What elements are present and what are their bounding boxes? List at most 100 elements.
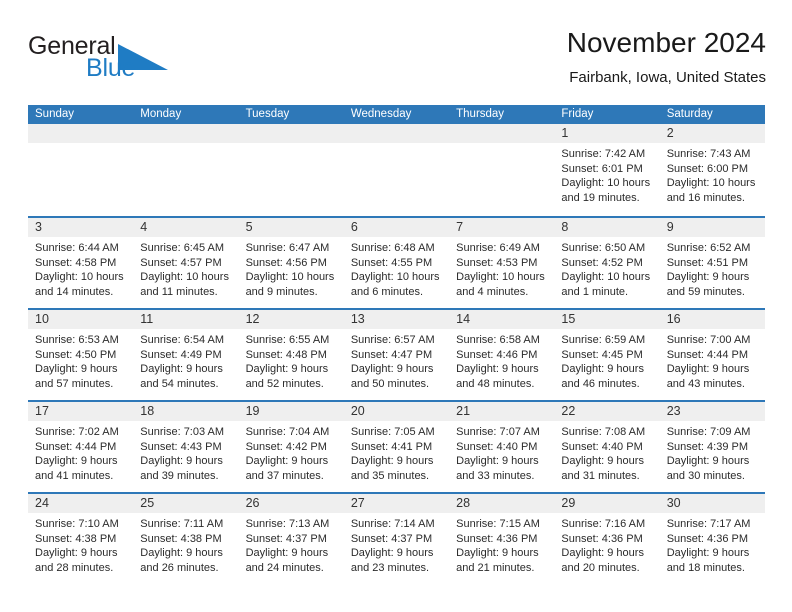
day-cell[interactable]: 27 Sunrise: 7:14 AM Sunset: 4:37 PM Dayligh… <box>343 494 450 584</box>
sunset-text: Sunset: 4:37 PM <box>245 532 327 545</box>
sunrise-text: Sunrise: 7:10 AM <box>35 518 119 530</box>
day-cell[interactable]: 24 Sunrise: 7:10 AM Sunset: 4:38 PM Dayligh… <box>28 494 134 584</box>
sunrise-text: Sunrise: 6:59 AM <box>561 334 646 346</box>
day-number-band <box>449 124 555 143</box>
day-cell[interactable]: 14 Sunrise: 6:58 AM Sunset: 4:46 PM Dayligh… <box>449 310 555 400</box>
daylight-text-line2: and 39 minutes. <box>140 469 219 482</box>
day-cell[interactable]: 13 Sunrise: 6:57 AM Sunset: 4:47 PM Dayligh… <box>343 310 450 400</box>
day-number: 20 <box>350 404 365 418</box>
day-cell[interactable]: 4 Sunrise: 6:45 AM Sunset: 4:57 PM Daylight… <box>133 218 239 308</box>
sunset-text: Sunset: 4:58 PM <box>35 256 117 269</box>
day-number: 26 <box>245 496 260 510</box>
day-number-band: 21 <box>449 402 555 421</box>
daylight-text-line1: Daylight: 9 hours <box>350 547 434 559</box>
daylight-text-line2: and 43 minutes. <box>666 377 745 390</box>
day-cell[interactable]: 8 Sunrise: 6:50 AM Sunset: 4:52 PM Daylight… <box>554 218 660 308</box>
daylight-text-line1: Daylight: 9 hours <box>245 363 329 375</box>
daylight-text-line1: Daylight: 9 hours <box>666 271 750 283</box>
day-cell-empty <box>28 124 134 216</box>
daylight-text-line2: and 33 minutes. <box>456 469 535 482</box>
day-cell[interactable]: 16 Sunrise: 7:00 AM Sunset: 4:44 PM Dayligh… <box>659 310 765 400</box>
sunrise-text: Sunrise: 7:15 AM <box>456 518 540 530</box>
sunrise-text: Sunrise: 6:47 AM <box>245 242 330 254</box>
daylight-text-line2: and 6 minutes. <box>350 285 423 298</box>
day-cell[interactable]: 17 Sunrise: 7:02 AM Sunset: 4:44 PM Dayligh… <box>28 402 134 492</box>
sunset-text: Sunset: 4:38 PM <box>140 532 222 545</box>
day-number: 17 <box>35 404 49 418</box>
daylight-text-line2: and 18 minutes. <box>666 561 745 574</box>
day-cell[interactable]: 3 Sunrise: 6:44 AM Sunset: 4:58 PM Daylight… <box>28 218 134 308</box>
sunrise-text: Sunrise: 7:05 AM <box>350 426 435 438</box>
day-cell[interactable]: 15 Sunrise: 6:59 AM Sunset: 4:45 PM Dayligh… <box>554 310 660 400</box>
page-subtitle: Fairbank, Iowa, United States <box>569 69 766 86</box>
daylight-text-line1: Daylight: 9 hours <box>561 455 644 467</box>
day-cell[interactable]: 11 Sunrise: 6:54 AM Sunset: 4:49 PM Dayligh… <box>133 310 239 400</box>
daylight-text-line2: and 41 minutes. <box>35 469 114 482</box>
sunset-text: Sunset: 4:36 PM <box>456 532 538 545</box>
day-number-band: 29 <box>554 494 660 513</box>
page-title: November 2024 <box>566 27 766 58</box>
day-cell[interactable]: 5 Sunrise: 6:47 AM Sunset: 4:56 PM Daylight… <box>238 218 344 308</box>
day-cell[interactable]: 30 Sunrise: 7:17 AM Sunset: 4:36 PM Dayligh… <box>659 494 765 584</box>
calendar-grid: Sunday Monday Tuesday Wednesday Thursday… <box>28 105 765 584</box>
day-cell[interactable]: 23 Sunrise: 7:09 AM Sunset: 4:39 PM Dayligh… <box>659 402 765 492</box>
day-sun-info: Sunrise: 7:42 AM Sunset: 6:01 PM Daylight:… <box>554 143 659 205</box>
daylight-text-line1: Daylight: 9 hours <box>666 363 750 375</box>
weekday-wednesday: Wednesday <box>350 108 412 120</box>
day-sun-info: Sunrise: 7:10 AM Sunset: 4:38 PM Daylight:… <box>28 513 133 575</box>
day-cell[interactable]: 18 Sunrise: 7:03 AM Sunset: 4:43 PM Dayligh… <box>133 402 239 492</box>
day-number-band: 27 <box>343 494 450 513</box>
sunrise-text: Sunrise: 7:13 AM <box>245 518 330 530</box>
day-number-band <box>133 124 239 143</box>
day-cell[interactable]: 12 Sunrise: 6:55 AM Sunset: 4:48 PM Dayligh… <box>238 310 344 400</box>
sunset-text: Sunset: 4:46 PM <box>456 348 538 361</box>
daylight-text-line2: and 16 minutes. <box>666 191 745 204</box>
day-number-band: 4 <box>133 218 239 237</box>
day-number-band: 25 <box>133 494 239 513</box>
daylight-text-line1: Daylight: 10 hours <box>666 177 756 189</box>
day-cell[interactable]: 28 Sunrise: 7:15 AM Sunset: 4:36 PM Dayligh… <box>449 494 555 584</box>
day-sun-info: Sunrise: 6:53 AM Sunset: 4:50 PM Daylight:… <box>28 329 133 391</box>
sunset-text: Sunset: 4:38 PM <box>35 532 117 545</box>
day-sun-info: Sunrise: 7:15 AM Sunset: 4:36 PM Daylight:… <box>449 513 554 575</box>
sunrise-text: Sunrise: 7:42 AM <box>561 148 646 160</box>
daylight-text-line2: and 21 minutes. <box>456 561 535 574</box>
day-number: 6 <box>350 220 358 234</box>
day-cell[interactable]: 26 Sunrise: 7:13 AM Sunset: 4:37 PM Dayligh… <box>238 494 344 584</box>
sunrise-text: Sunrise: 7:00 AM <box>666 334 751 346</box>
sunrise-text: Sunrise: 6:55 AM <box>245 334 330 346</box>
day-number: 29 <box>561 496 576 510</box>
day-cell[interactable]: 22 Sunrise: 7:08 AM Sunset: 4:40 PM Dayligh… <box>554 402 660 492</box>
daylight-text-line1: Daylight: 10 hours <box>35 271 124 283</box>
day-cell[interactable]: 10 Sunrise: 6:53 AM Sunset: 4:50 PM Dayligh… <box>28 310 134 400</box>
day-cell[interactable]: 7 Sunrise: 6:49 AM Sunset: 4:53 PM Daylight… <box>449 218 555 308</box>
sunrise-text: Sunrise: 7:14 AM <box>350 518 435 530</box>
day-sun-info: Sunrise: 6:54 AM Sunset: 4:49 PM Daylight:… <box>133 329 238 391</box>
day-cell[interactable]: 6 Sunrise: 6:48 AM Sunset: 4:55 PM Daylight… <box>343 218 450 308</box>
day-cell[interactable]: 2 Sunrise: 7:43 AM Sunset: 6:00 PM Daylight… <box>659 124 765 216</box>
day-number: 18 <box>140 404 155 418</box>
day-sun-info: Sunrise: 7:07 AM Sunset: 4:40 PM Daylight:… <box>449 421 554 483</box>
day-sun-info: Sunrise: 7:03 AM Sunset: 4:43 PM Daylight:… <box>133 421 238 483</box>
day-cell[interactable]: 19 Sunrise: 7:04 AM Sunset: 4:42 PM Dayligh… <box>238 402 344 492</box>
day-cell[interactable]: 21 Sunrise: 7:07 AM Sunset: 4:40 PM Dayligh… <box>449 402 555 492</box>
generalblue-logo[interactable]: General Blue <box>28 32 228 88</box>
day-cell[interactable]: 9 Sunrise: 6:52 AM Sunset: 4:51 PM Daylight… <box>659 218 765 308</box>
sunrise-text: Sunrise: 7:16 AM <box>561 518 646 530</box>
sunset-text: Sunset: 4:41 PM <box>350 440 433 453</box>
day-number: 5 <box>245 220 253 234</box>
day-number-band <box>343 124 450 143</box>
daylight-text-line2: and 14 minutes. <box>35 285 114 298</box>
day-number: 22 <box>561 404 576 418</box>
daylight-text-line2: and 59 minutes. <box>666 285 745 298</box>
day-cell[interactable]: 20 Sunrise: 7:05 AM Sunset: 4:41 PM Dayligh… <box>343 402 450 492</box>
day-number-band: 14 <box>449 310 555 329</box>
day-sun-info: Sunrise: 7:13 AM Sunset: 4:37 PM Daylight:… <box>239 513 344 575</box>
day-cell[interactable]: 29 Sunrise: 7:16 AM Sunset: 4:36 PM Dayligh… <box>554 494 660 584</box>
day-cell[interactable]: 1 Sunrise: 7:42 AM Sunset: 6:01 PM Daylight… <box>554 124 660 216</box>
day-cell[interactable]: 25 Sunrise: 7:11 AM Sunset: 4:38 PM Dayligh… <box>133 494 239 584</box>
sunset-text: Sunset: 4:49 PM <box>140 348 222 361</box>
day-sun-info: Sunrise: 7:05 AM Sunset: 4:41 PM Daylight:… <box>344 421 449 483</box>
day-number-band: 15 <box>554 310 660 329</box>
daylight-text-line2: and 35 minutes. <box>350 469 430 482</box>
